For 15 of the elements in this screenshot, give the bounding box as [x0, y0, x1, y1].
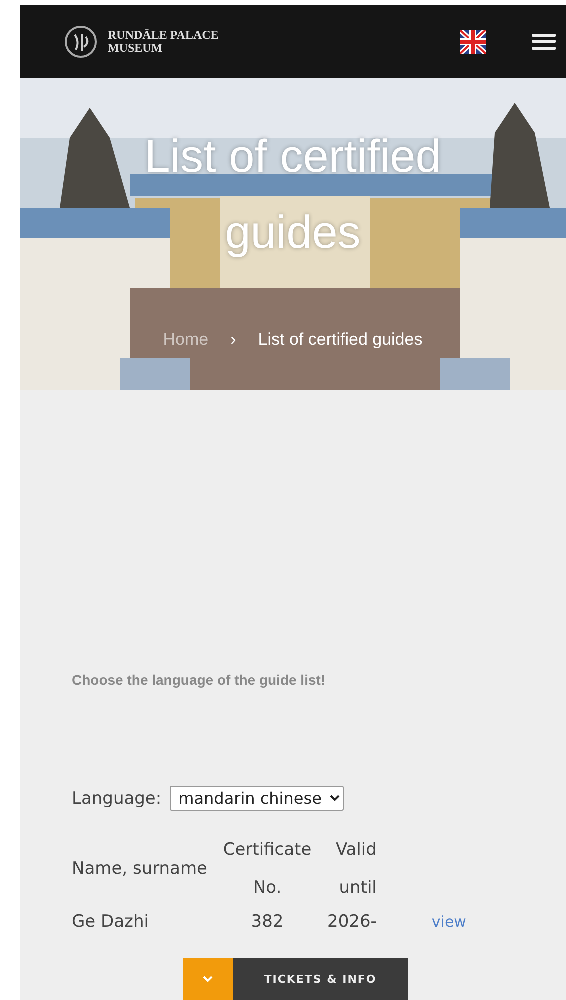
intro-text: Choose the language of the guide list! [72, 672, 327, 688]
breadcrumb-current: List of certified guides [258, 330, 423, 350]
logo-text: MUSEUM [108, 42, 164, 54]
column-header: Certificate No. [222, 839, 313, 900]
breadcrumb-separator: › [230, 330, 236, 350]
table-cell-text: 2026- [326, 911, 378, 934]
language-select[interactable]: mandarin chinese [170, 786, 344, 811]
column-header: Name, surname [72, 858, 208, 881]
column-header: Valid until [334, 839, 378, 900]
table-cell-text: Ge Dazhi [72, 911, 150, 934]
language-label: Language: [72, 788, 162, 808]
view-link[interactable]: view [432, 913, 466, 931]
tickets-info-button[interactable]: TICKETS & INFO [233, 958, 408, 1000]
logo-text: RUNDĀLE PALACE [108, 28, 219, 42]
table-cell-text: 382 [250, 911, 285, 934]
